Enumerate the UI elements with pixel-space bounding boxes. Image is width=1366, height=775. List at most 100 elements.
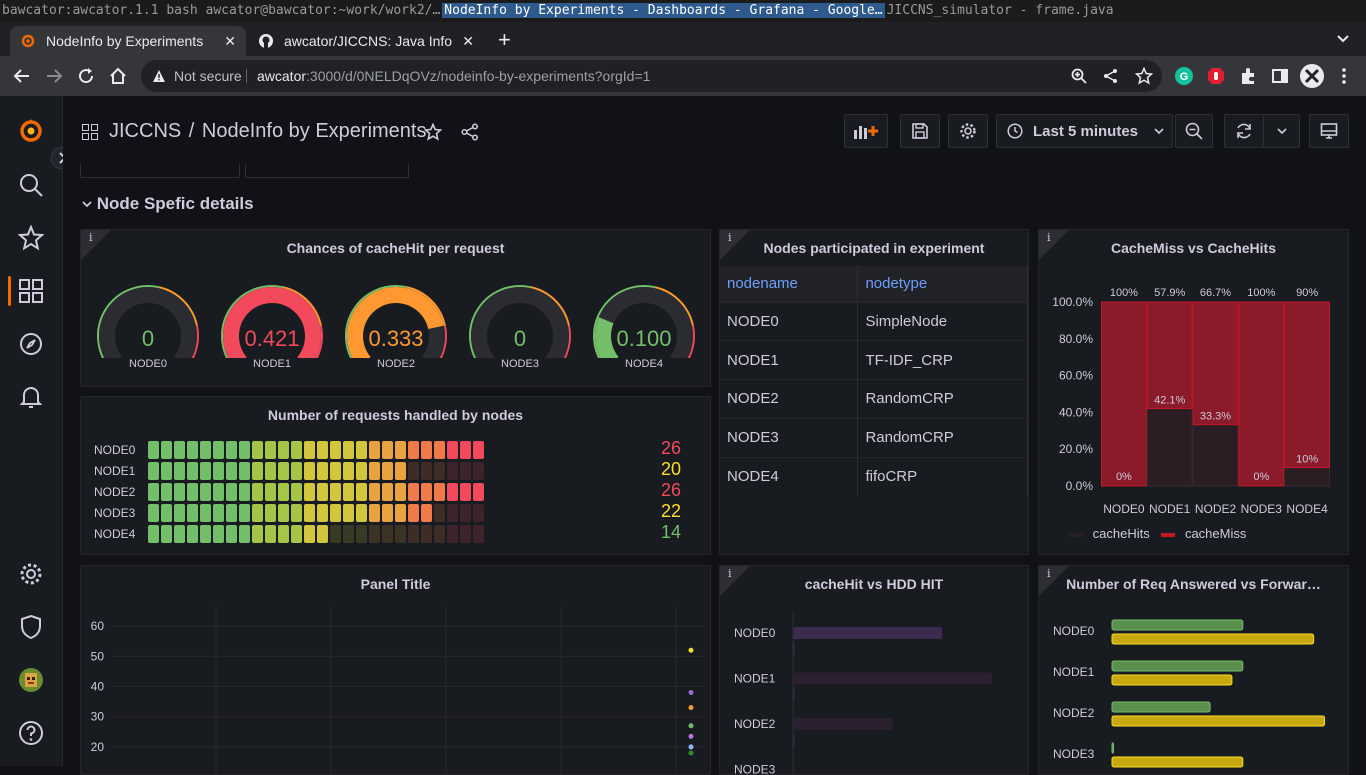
column-header-nodetype[interactable]: nodetype [858,266,1028,302]
tab-grafana[interactable]: NodeInfo by Experiments ✕ [10,26,246,56]
alerting-bell-icon[interactable] [18,384,44,410]
dashboard-area: JICCNS / NodeInfo by Experiments Last 5 … [63,96,1366,766]
bargauge-cell [356,483,367,501]
help-icon[interactable] [18,720,44,746]
nodes-table-panel[interactable]: i Nodes participated in experiment noden… [719,229,1029,555]
reload-icon[interactable] [77,67,95,85]
bargauge-cell [434,483,445,501]
configuration-gear-icon[interactable] [18,561,44,587]
variable-picker-partial[interactable] [80,163,240,178]
wm-right-title[interactable]: JICCNS_simulator - frame.java [885,3,1116,18]
bargauge-cell [239,441,250,459]
bargauge-cell [239,462,250,480]
dashboard-settings-button[interactable] [948,114,988,148]
bargauge-cell [252,441,263,459]
dashboard-title[interactable]: NodeInfo by Experiments [202,120,427,142]
time-picker-button[interactable]: Last 5 minutes [996,114,1173,148]
not-secure-label[interactable]: Not secure [174,60,242,92]
column-header-nodename[interactable]: nodename [720,266,858,302]
refresh-button[interactable] [1224,114,1264,148]
zoom-icon[interactable] [1071,68,1087,84]
share-dashboard-icon[interactable] [461,123,479,141]
bargauge-cell [421,504,432,522]
close-tab-icon[interactable]: ✕ [224,33,236,50]
server-admin-shield-icon[interactable] [18,614,44,640]
bargauge-panel[interactable]: Number of requests handled by nodes NODE… [80,396,711,555]
table-row[interactable]: NODE2RandomCRP [720,380,1028,419]
forward-arrow-icon[interactable] [45,67,63,85]
grafana-logo-icon[interactable] [18,118,44,144]
gauge[interactable]: 0NODE0 [93,230,203,380]
cache-chart-panel[interactable]: i CacheMiss vs CacheHits 0.0%20.0%40.0%6… [1038,229,1349,555]
bargauge-row-label: NODE2 [94,485,135,499]
bargauge-cell [408,462,419,480]
cycle-view-mode-button[interactable] [1309,114,1349,148]
url-text[interactable]: awcator:3000/d/0NELDqOVz/nodeinfo-by-exp… [257,60,650,92]
hdd-chart-panel[interactable]: i cacheHit vs HDD HIT NODE0NODE1NODE2NOD… [719,565,1029,775]
gauge-value: 0 [93,326,203,352]
bookmark-star-icon[interactable] [1135,67,1153,85]
user-avatar-icon[interactable] [18,667,44,693]
gauge-label: NODE3 [465,358,575,370]
share-icon[interactable] [1103,68,1119,84]
table-row[interactable]: NODE3RandomCRP [720,418,1028,457]
bargauge-cell [187,462,198,480]
extensions-puzzle-icon[interactable] [1239,67,1257,85]
bargauge-cell [330,504,341,522]
variable-picker-partial[interactable] [245,163,409,178]
browser-menu-icon[interactable] [1338,67,1350,85]
wm-left-title[interactable]: bawcator:awcator.1.1 bash awcator@bawcat… [0,3,442,18]
tab-github[interactable]: awcator/JICCNS: Java Info ✕ [248,26,484,56]
legend-item-cachemiss[interactable]: cacheMiss [1185,526,1246,541]
adblock-extension-icon[interactable] [1207,67,1225,85]
profile-avatar-icon[interactable] [1300,64,1324,88]
bargauge-cell [148,525,159,543]
y-tick-label: 40.0% [1059,405,1093,419]
grammarly-extension-icon[interactable]: G [1175,67,1193,85]
row-header[interactable]: Node Spefic details [82,194,254,214]
wm-active-title[interactable]: NodeInfo by Experiments - Dashboards - G… [442,3,884,18]
settings-gear-icon [959,122,977,140]
breadcrumb-folder[interactable]: JICCNS [109,120,181,142]
save-dashboard-button[interactable] [900,114,940,148]
table-row[interactable]: NODE4fifoCRP [720,457,1028,496]
gauge[interactable]: 0NODE3 [465,230,575,380]
req-chart-panel[interactable]: i Number of Req Answered vs Forwar… NODE… [1038,565,1349,775]
mark-favorite-star-icon[interactable] [424,123,442,141]
zoom-out-button[interactable] [1175,114,1213,148]
side-panel-icon[interactable] [1271,67,1289,85]
warning-icon[interactable] [152,69,166,83]
starred-icon[interactable] [18,225,44,251]
back-arrow-icon[interactable] [13,67,31,85]
refresh-interval-button[interactable] [1263,114,1300,148]
gauge-value: 0.421 [217,326,327,352]
add-panel-button[interactable] [844,114,888,148]
legend-item-cachehits[interactable]: cacheHits [1093,526,1150,541]
bargauge-cell [421,441,432,459]
y-category-label: NODE1 [1053,665,1095,679]
bargauge-cell [317,525,328,543]
search-icon[interactable] [18,172,44,198]
home-icon[interactable] [108,66,128,86]
timeseries-panel[interactable]: Panel Title 2030405060 [80,565,711,775]
gauge[interactable]: 0.421NODE1 [217,230,327,380]
bargauge-cell [226,441,237,459]
gauge[interactable]: 0.100NODE4 [589,230,699,380]
bar-answered [1112,702,1210,712]
new-tab-button[interactable]: + [498,27,511,53]
bargauge-cells [148,483,484,501]
bargauge-cell [174,441,185,459]
address-bar[interactable]: Not secure awcator:3000/d/0NELDqOVz/node… [141,60,1162,92]
gauge-panel[interactable]: i Chances of cacheHit per request 0NODE0… [80,229,711,387]
close-tab-icon[interactable]: ✕ [462,33,474,50]
explore-compass-icon[interactable] [18,331,44,357]
panel-title[interactable]: Nodes participated in experiment [720,240,1028,256]
dashboards-icon[interactable] [18,278,44,304]
bargauge-cell [304,462,315,480]
tab-search-chevron-icon[interactable] [1336,32,1350,46]
gauge[interactable]: 0.333NODE2 [341,230,451,380]
bargauge-cell [161,462,172,480]
panel-title[interactable]: Number of requests handled by nodes [81,407,710,423]
table-row[interactable]: NODE0SimpleNode [720,302,1028,341]
table-row[interactable]: NODE1TF-IDF_CRP [720,341,1028,380]
